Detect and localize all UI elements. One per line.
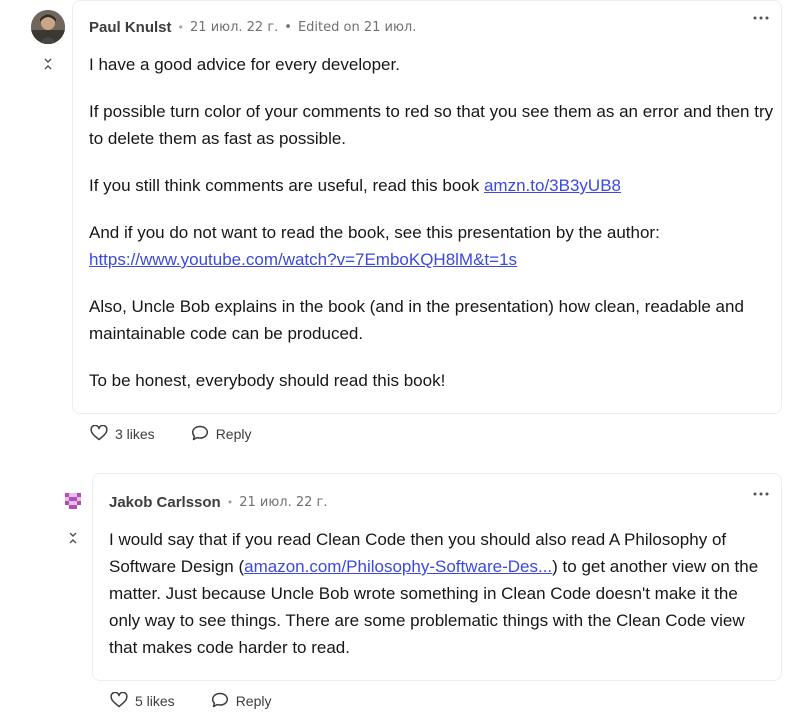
collapse-arrows-icon[interactable] <box>66 530 80 546</box>
heart-icon <box>110 691 128 711</box>
avatar[interactable] <box>61 489 85 513</box>
edited-note: Edited on 21 июл. <box>297 19 417 35</box>
comment-paragraph: I have a good advice for every developer… <box>89 55 400 74</box>
likes-count: 5 likes <box>135 693 175 709</box>
avatar[interactable] <box>31 10 65 44</box>
comment-date[interactable]: 21 июл. 22 г. <box>190 20 278 35</box>
paragraph-text: If you still think comments are useful, … <box>89 176 484 195</box>
comment-paragraph: If you still think comments are useful, … <box>89 172 779 199</box>
amazon-link[interactable]: amazon.com/Philosophy-Software-Des... <box>244 557 552 576</box>
comment-actions: 3 likes Reply <box>82 423 259 445</box>
comment-paragraph: To be honest, everybody should read this… <box>89 371 446 390</box>
comment-body: I would say that if you read Clean Code … <box>109 526 769 681</box>
like-button[interactable]: 5 likes <box>102 690 183 712</box>
separator-dot: • <box>226 495 234 509</box>
comment-thread: Paul Knulst • 21 июл. 22 г. • Edited on … <box>0 0 803 723</box>
book-link[interactable]: amzn.to/3B3yUB8 <box>484 176 621 195</box>
comment-bubble-icon <box>211 692 229 711</box>
comment-actions: 5 likes Reply <box>102 690 279 712</box>
separator-dot: • <box>284 19 292 35</box>
heart-icon <box>90 424 108 444</box>
paragraph-text: And if you do not want to read the book,… <box>89 223 660 242</box>
comment-header: Paul Knulst • 21 июл. 22 г. • Edited on … <box>89 16 416 38</box>
comment-bubble-icon <box>191 425 209 444</box>
author-name[interactable]: Paul Knulst <box>89 19 172 36</box>
separator-dot: • <box>177 20 185 34</box>
comment-paragraph: If possible turn color of your comments … <box>89 102 774 148</box>
more-dots-icon[interactable] <box>751 487 771 501</box>
comment-paragraph: Also, Uncle Bob explains in the book (an… <box>89 297 744 343</box>
comment-header: Jakob Carlsson • 21 июл. 22 г. <box>109 491 328 513</box>
like-button[interactable]: 3 likes <box>82 423 163 445</box>
comment-date[interactable]: 21 июл. 22 г. <box>239 495 327 510</box>
likes-count: 3 likes <box>115 426 155 442</box>
reply-button[interactable]: Reply <box>203 690 280 712</box>
comment-body: I have a good advice for every developer… <box>89 51 779 414</box>
reply-label: Reply <box>215 426 252 442</box>
more-dots-icon[interactable] <box>751 11 771 25</box>
reply-button[interactable]: Reply <box>183 423 260 445</box>
author-name[interactable]: Jakob Carlsson <box>109 494 221 511</box>
comment-paragraph: I would say that if you read Clean Code … <box>109 526 769 661</box>
collapse-arrows-icon[interactable] <box>41 56 55 72</box>
reply-label: Reply <box>235 693 272 709</box>
comment-paragraph: And if you do not want to read the book,… <box>89 219 779 273</box>
youtube-link[interactable]: https://www.youtube.com/watch?v=7EmboKQH… <box>89 250 517 269</box>
